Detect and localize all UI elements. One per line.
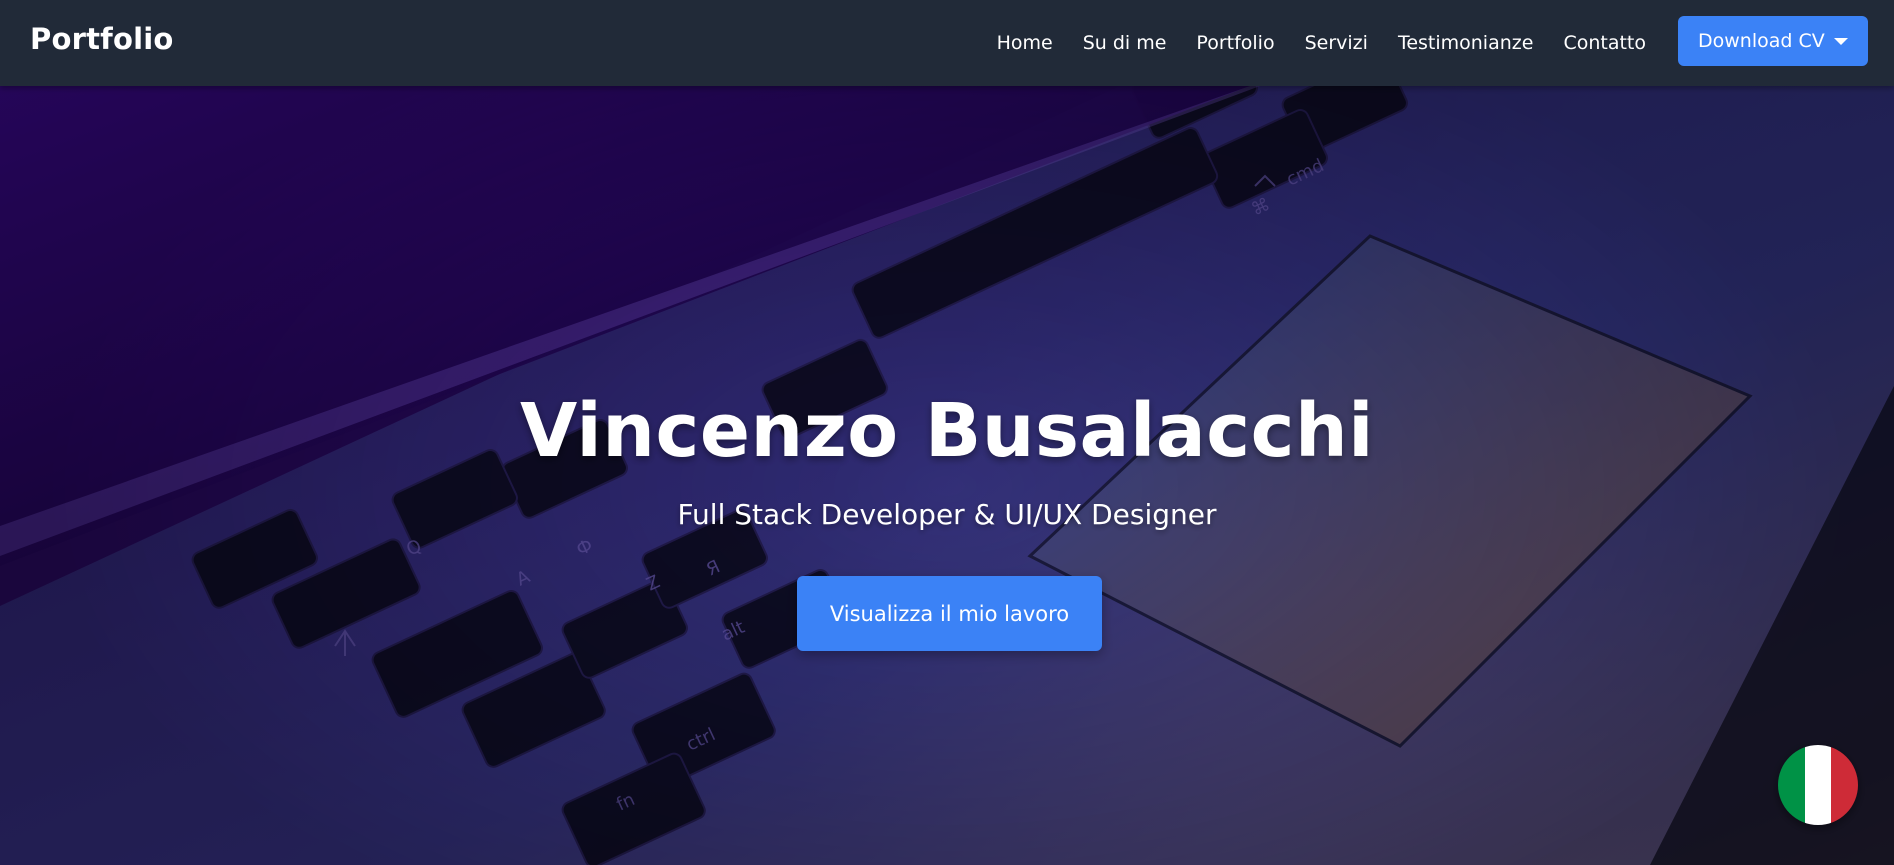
nav-links: Home Su di me Portfolio Servizi Testimon… xyxy=(997,0,1646,86)
nav-link-contact[interactable]: Contatto xyxy=(1563,32,1646,54)
page: cmd ⌘ alt ctrl fn Q A Z Я Ф Portfolio Ho… xyxy=(0,0,1894,865)
download-cv-label: Download CV xyxy=(1698,30,1825,52)
italy-flag-icon[interactable] xyxy=(1778,745,1858,825)
nav-link-testimonials[interactable]: Testimonianze xyxy=(1398,32,1534,54)
download-cv-button[interactable]: Download CV xyxy=(1678,16,1868,66)
nav-link-about[interactable]: Su di me xyxy=(1083,32,1167,54)
hero-subtitle: Full Stack Developer & UI/UX Designer xyxy=(677,498,1217,531)
nav-link-services[interactable]: Servizi xyxy=(1305,32,1368,54)
chevron-down-icon xyxy=(1834,38,1848,45)
hero-title: Vincenzo Busalacchi xyxy=(519,388,1375,474)
nav-link-portfolio[interactable]: Portfolio xyxy=(1196,32,1274,54)
flag-stripe-white xyxy=(1804,745,1832,825)
nav-link-home[interactable]: Home xyxy=(997,32,1053,54)
view-work-button[interactable]: Visualizza il mio lavoro xyxy=(797,576,1102,651)
navbar: Portfolio Home Su di me Portfolio Serviz… xyxy=(0,0,1894,86)
brand-logo[interactable]: Portfolio xyxy=(30,22,174,56)
hero-content: Vincenzo Busalacchi Full Stack Developer… xyxy=(0,86,1894,865)
